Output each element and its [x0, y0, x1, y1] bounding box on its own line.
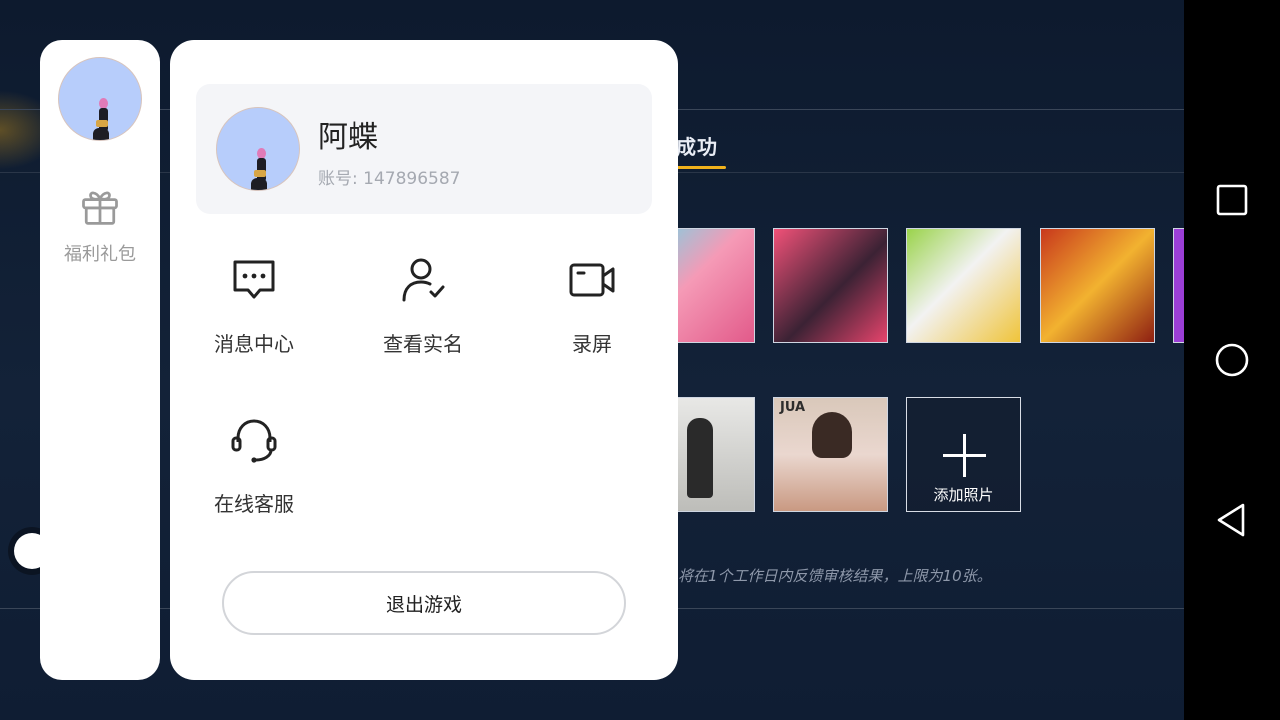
photo-tile-2[interactable]: JUA [773, 397, 888, 512]
sidebar-avatar[interactable] [58, 57, 142, 141]
add-photo-button[interactable]: 添加照片 [906, 397, 1021, 512]
screen-record-button[interactable]: 录屏 [522, 256, 662, 376]
system-navigation-bar [1184, 0, 1280, 720]
sidebar: 福利礼包 [40, 40, 160, 680]
customer-service-label: 在线客服 [214, 492, 294, 516]
photo-tile-label: JUA [780, 400, 806, 415]
character-tile-2[interactable] [773, 228, 888, 343]
account-row: 账号: 147896587 [318, 164, 460, 189]
user-check-icon [402, 258, 445, 302]
video-camera-icon [569, 263, 615, 297]
plus-icon-vertical [963, 434, 966, 477]
account-label: 账号: [318, 169, 358, 189]
background-tab-title[interactable]: 成功 [676, 131, 718, 160]
message-center-label: 消息中心 [214, 332, 294, 356]
user-center-panel: 阿蝶 账号: 147896587 消息中心 查看实名 录屏 在线客服 退出游戏 [170, 40, 678, 680]
recent-apps-icon[interactable] [1214, 182, 1250, 218]
headset-icon [231, 419, 277, 463]
avatar-figure [251, 148, 271, 190]
user-name: 阿蝶 [318, 120, 378, 155]
message-icon [233, 260, 275, 299]
back-icon[interactable] [1214, 502, 1250, 538]
upload-hint-text: 将在1个工作日内反馈审核结果，上限为10张。 [678, 567, 992, 585]
profile-avatar[interactable] [216, 107, 300, 191]
avatar-figure [93, 98, 113, 140]
exit-game-button[interactable]: 退出游戏 [222, 571, 626, 635]
customer-service-button[interactable]: 在线客服 [184, 416, 324, 536]
home-icon[interactable] [1214, 342, 1250, 378]
add-photo-label: 添加照片 [933, 486, 994, 504]
character-tile-3[interactable] [906, 228, 1021, 343]
real-name-button[interactable]: 查看实名 [353, 256, 493, 376]
character-tile-5[interactable] [1173, 228, 1184, 343]
character-tile-4[interactable] [1040, 228, 1155, 343]
gift-icon [82, 191, 118, 225]
screen-record-label: 录屏 [572, 332, 612, 356]
profile-card[interactable]: 阿蝶 账号: 147896587 [196, 84, 652, 214]
real-name-label: 查看实名 [383, 332, 463, 356]
message-center-button[interactable]: 消息中心 [184, 256, 324, 376]
account-number: 147896587 [363, 169, 461, 189]
gift-package-button[interactable]: 福利礼包 [40, 180, 160, 270]
gift-package-label: 福利礼包 [64, 244, 136, 265]
